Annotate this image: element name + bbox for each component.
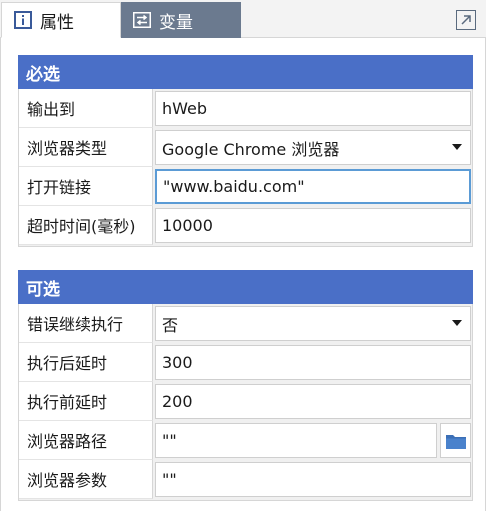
- section-optional-title: 可选: [26, 279, 60, 300]
- field-value: hWeb: [162, 99, 208, 118]
- field-value: "": [162, 470, 177, 489]
- browser-args-input[interactable]: "": [155, 462, 471, 497]
- row-pre-delay: 执行前延时 200: [19, 382, 472, 421]
- pre-delay-input[interactable]: 200: [155, 384, 471, 419]
- expand-panel-button[interactable]: [456, 10, 476, 30]
- open-link-input[interactable]: "www.baidu.com": [155, 169, 471, 204]
- browse-folder-button[interactable]: [440, 423, 471, 458]
- section-required: 输出到 hWeb 浏览器类型 Google Chrome 浏览器 打开链接 "w…: [18, 89, 473, 247]
- tab-bar: 属性 变量: [0, 0, 486, 38]
- row-label: 打开链接: [19, 167, 153, 206]
- row-label: 浏览器路径: [19, 421, 153, 460]
- field-value: "www.baidu.com": [163, 177, 305, 196]
- row-open-link: 打开链接 "www.baidu.com": [19, 167, 472, 206]
- row-label: 输出到: [19, 89, 153, 128]
- tab-variables-label: 变量: [159, 12, 193, 33]
- field-value: 10000: [162, 216, 213, 235]
- browser-path-input[interactable]: "": [155, 423, 437, 458]
- row-post-delay: 执行后延时 300: [19, 343, 472, 382]
- row-label: 执行前延时: [19, 382, 153, 421]
- property-panel: 必选 输出到 hWeb 浏览器类型 Google Chrome 浏览器 打开链接…: [0, 38, 486, 511]
- row-label: 执行后延时: [19, 343, 153, 382]
- row-browser-path: 浏览器路径 "": [19, 421, 472, 460]
- field-value: 200: [162, 392, 193, 411]
- expand-icon: [461, 15, 471, 25]
- folder-icon: [445, 434, 466, 449]
- section-required-title: 必选: [26, 64, 60, 85]
- section-optional-header[interactable]: 可选: [18, 270, 473, 304]
- continue-on-error-select[interactable]: 否: [155, 306, 471, 341]
- section-required-header[interactable]: 必选: [18, 55, 473, 89]
- tab-properties-label: 属性: [40, 12, 74, 33]
- row-browser-type: 浏览器类型 Google Chrome 浏览器: [19, 128, 472, 167]
- section-optional: 错误继续执行 否 执行后延时 300 执行前延时 200 浏览器路径 "" 浏览…: [18, 304, 473, 501]
- field-value: 300: [162, 353, 193, 372]
- browser-type-select[interactable]: Google Chrome 浏览器: [155, 130, 471, 165]
- field-value: 否: [162, 315, 179, 335]
- row-label: 超时时间(毫秒): [19, 206, 153, 245]
- timeout-input[interactable]: 10000: [155, 208, 471, 243]
- row-browser-args: 浏览器参数 "": [19, 460, 472, 499]
- row-label: 浏览器参数: [19, 460, 153, 499]
- row-timeout: 超时时间(毫秒) 10000: [19, 206, 472, 245]
- row-continue-on-error: 错误继续执行 否: [19, 304, 472, 343]
- field-value: Google Chrome 浏览器: [162, 139, 340, 159]
- row-label: 错误继续执行: [19, 304, 153, 343]
- post-delay-input[interactable]: 300: [155, 345, 471, 380]
- tab-variables[interactable]: 变量: [121, 2, 241, 38]
- swap-icon: [133, 11, 151, 29]
- row-label: 浏览器类型: [19, 128, 153, 167]
- chevron-down-icon: [452, 320, 462, 326]
- info-icon: [14, 11, 32, 29]
- tab-properties[interactable]: 属性: [1, 2, 121, 38]
- chevron-down-icon: [452, 144, 462, 150]
- row-output-to: 输出到 hWeb: [19, 89, 472, 128]
- field-value: "": [162, 431, 177, 450]
- output-to-input[interactable]: hWeb: [155, 91, 471, 126]
